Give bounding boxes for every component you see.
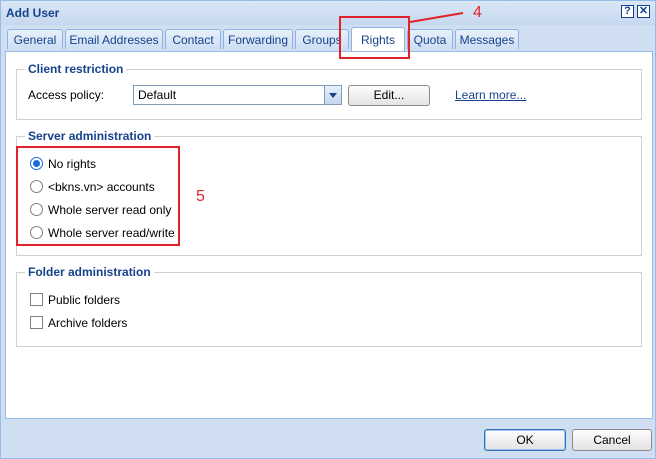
annotation-number-5: 5 [196,188,205,205]
options-highlight [16,146,180,246]
annotation-arrow-line [409,12,464,23]
annotation-number-4: 4 [473,4,482,21]
